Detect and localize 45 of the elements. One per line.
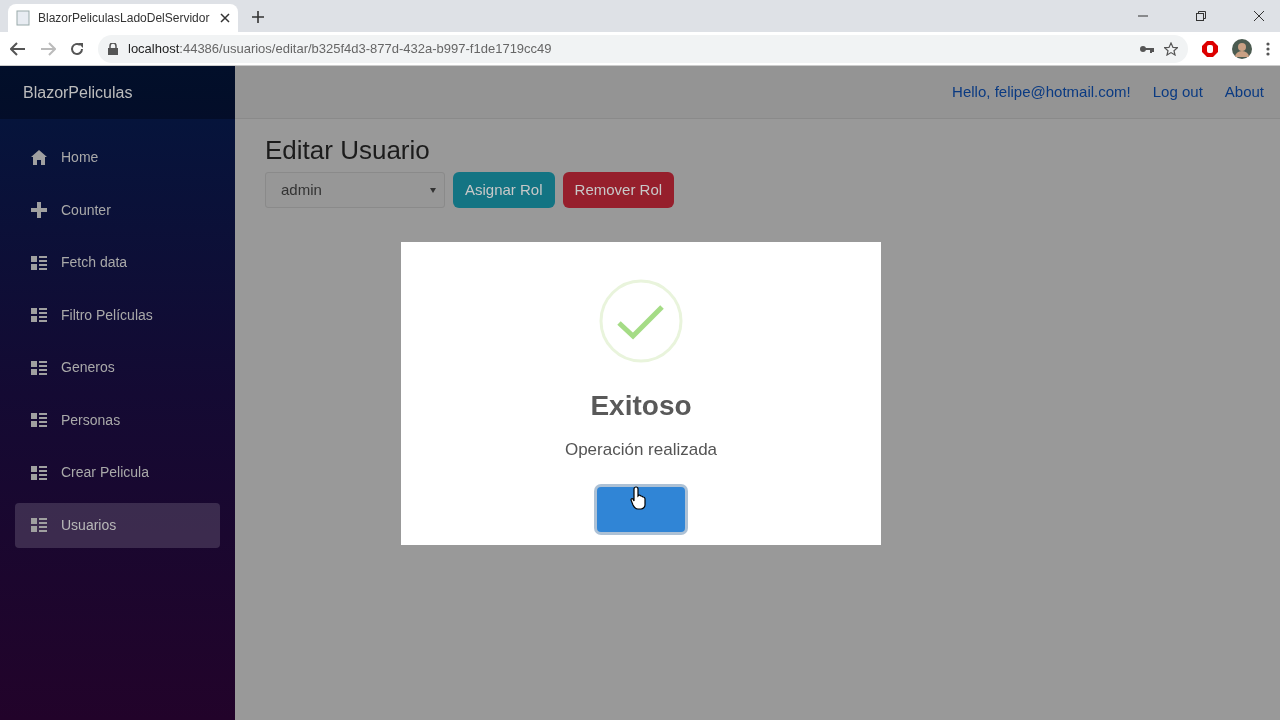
nav-item[interactable]: Fetch data — [15, 240, 220, 285]
tab-title: BlazorPeliculasLadoDelServidor — [38, 10, 210, 27]
forward-icon — [40, 41, 56, 56]
nav-item[interactable]: Counter — [15, 187, 220, 233]
home-icon — [30, 148, 48, 167]
avatar-icon[interactable] — [1232, 38, 1252, 59]
stop-sign-icon[interactable] — [1202, 40, 1218, 57]
dialog-message: Operación realizada — [564, 439, 718, 461]
plus-icon — [30, 201, 48, 219]
star-icon[interactable] — [1164, 41, 1178, 56]
page-heading: Editar Usuario — [265, 135, 431, 167]
lock-icon — [108, 42, 118, 55]
top-link[interactable]: About — [1224, 80, 1264, 104]
confirm-button[interactable] — [597, 486, 685, 532]
list-icon — [30, 463, 48, 482]
list-icon — [30, 411, 48, 429]
restore-icon[interactable] — [1196, 11, 1206, 21]
list-icon — [30, 253, 48, 272]
url-text: localhost:44386/usuarios/editar/b325f4d3-877d-432a-b997-f1de1719cc49 — [128, 39, 552, 58]
role-select[interactable]: admin — [265, 172, 445, 209]
list-icon — [30, 358, 48, 377]
nav-item[interactable]: Usuarios — [15, 502, 220, 548]
nav-item[interactable]: Crear Pelicula — [15, 450, 220, 495]
new-tab-icon[interactable] — [252, 11, 264, 23]
remove-role-button[interactable]: Remover Rol — [562, 172, 675, 209]
back-icon[interactable] — [10, 41, 26, 56]
nav-item[interactable]: Filtro Películas — [15, 292, 220, 338]
nav-item[interactable]: Generos — [15, 345, 220, 390]
dialog-title: Exitoso — [590, 389, 692, 423]
top-link[interactable]: Log out — [1152, 80, 1203, 104]
close-icon[interactable] — [220, 13, 230, 23]
page-icon — [16, 10, 30, 26]
nav-item[interactable]: Personas — [15, 397, 220, 443]
key-icon[interactable] — [1140, 44, 1154, 53]
top-link[interactable]: Hello, felipe@hotmail.com! — [952, 80, 1131, 104]
success-check-icon — [599, 279, 683, 363]
menu-icon[interactable] — [1266, 41, 1270, 56]
nav-item[interactable]: Home — [15, 135, 220, 180]
caret-icon — [430, 187, 436, 193]
reload-icon[interactable] — [70, 41, 84, 56]
close-icon[interactable] — [1254, 11, 1264, 21]
list-icon — [30, 516, 48, 534]
address-bar[interactable]: localhost:44386/usuarios/editar/b325f4d3-877d-432a-b997-f1de1719cc49 — [98, 34, 1188, 63]
browser-tab[interactable]: BlazorPeliculasLadoDelServidor — [8, 4, 238, 32]
list-icon — [30, 306, 48, 324]
